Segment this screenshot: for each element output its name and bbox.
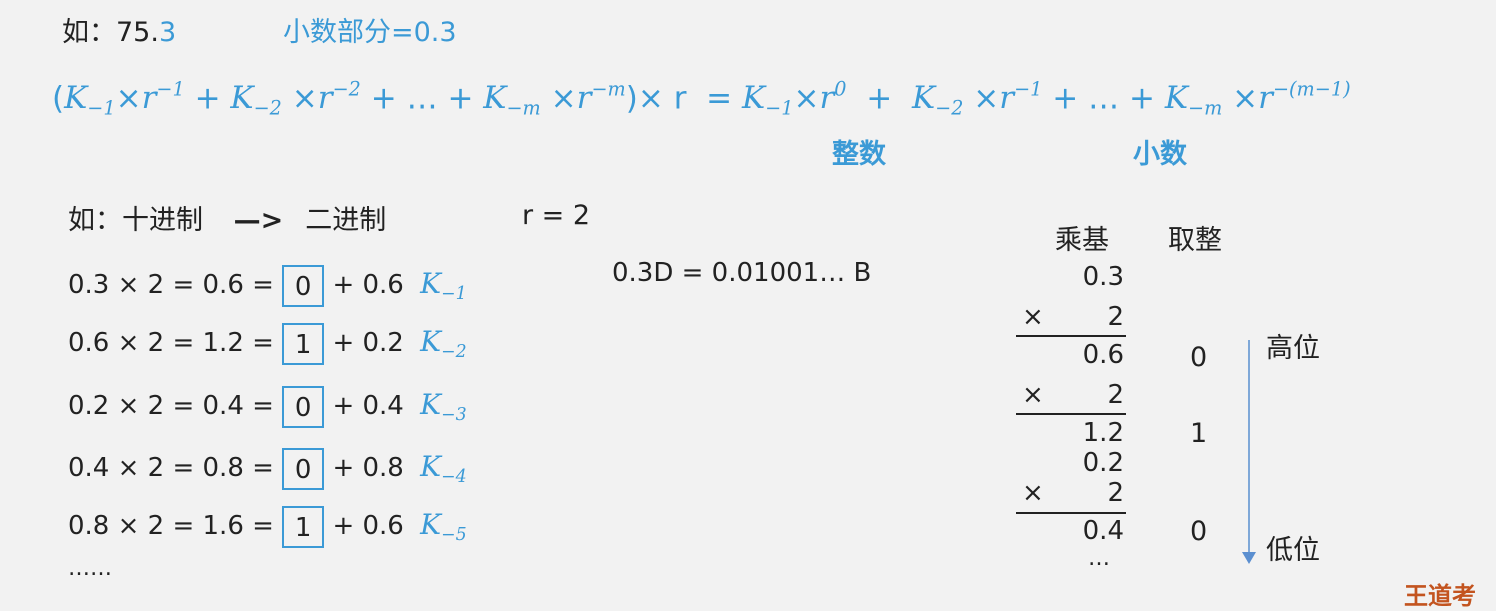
term-km-rm1: K−m xyxy=(1164,80,1223,121)
high-order-label: 高位 xyxy=(1266,333,1320,364)
paren-close-times-r: )× r xyxy=(625,80,687,117)
example-int-part: 75. xyxy=(116,17,159,48)
sum-line xyxy=(1016,335,1126,337)
conversion-header: 如：十进制 —> 二进制 xyxy=(68,205,387,236)
take-integer-header: 取整 xyxy=(1168,225,1222,256)
multiply-row: 0.8 × 2 = 1.6 = 1 + 0.6 K−5 xyxy=(68,503,467,548)
multiply-row: 0.4 × 2 = 0.8 = 0 + 0.8 K−4 xyxy=(68,445,467,490)
vertical-value: 0.3 xyxy=(1082,262,1124,292)
term-k2-rm1: K−2 xyxy=(911,80,964,121)
term-k1: K−1 xyxy=(64,80,116,121)
multiplier: 2 xyxy=(1107,380,1124,410)
paren-open: ( xyxy=(52,80,65,117)
sum-line xyxy=(1016,413,1126,415)
arrow-down-icon xyxy=(1242,552,1256,564)
multiply-row: 0.2 × 2 = 0.4 = 0 + 0.4 K−3 xyxy=(68,383,467,428)
integer-bit-box: 0 xyxy=(282,385,325,428)
vertical-dots: … xyxy=(1088,546,1110,571)
integer-digit: 0 xyxy=(1190,516,1208,547)
multiply-row: 0.3 × 2 = 0.6 = 0 + 0.6 K−1 xyxy=(68,262,467,307)
fraction-part-label: 小数部分=0.3 xyxy=(283,17,457,48)
integer-digit: 0 xyxy=(1190,342,1208,373)
vertical-product: 0.6 xyxy=(1082,340,1124,370)
conversion-result: 0.3D = 0.01001… B xyxy=(612,258,872,288)
equals-sign: = xyxy=(706,80,733,117)
integer-bit-box: 0 xyxy=(282,447,325,490)
watermark-logo: 王道考 xyxy=(1404,582,1476,610)
vertical-product: 0.4 xyxy=(1082,516,1124,546)
multiplier: 2 xyxy=(1107,302,1124,332)
example-prefix: 如： xyxy=(62,17,116,48)
multiplier: 2 xyxy=(1107,478,1124,508)
integer-label: 整数 xyxy=(832,139,886,170)
multiply-base-header: 乘基 xyxy=(1055,225,1109,256)
sum-line xyxy=(1016,512,1126,514)
integer-bit-box: 0 xyxy=(282,264,325,307)
vertical-value: 0.2 xyxy=(1082,448,1124,478)
term-k1-r0: K−1 xyxy=(742,80,794,121)
direction-arrow-line xyxy=(1248,340,1250,558)
fraction-label: 小数 xyxy=(1133,139,1187,170)
integer-digit: 1 xyxy=(1190,418,1208,449)
term-k2: K−2 xyxy=(230,80,282,121)
low-order-label: 低位 xyxy=(1266,535,1320,566)
vertical-product: 1.2 xyxy=(1082,418,1124,448)
expansion-formula: (K−1×r−1 + K−2 ×r−2 + … + K−m ×r−m)× r =… xyxy=(52,78,1351,121)
example-line: 如：75.3 xyxy=(62,10,176,49)
integer-bit-box: 1 xyxy=(282,322,325,365)
radix-label: r = 2 xyxy=(522,200,591,231)
example-frac-digit: 3 xyxy=(158,17,177,48)
continuation-dots: …… xyxy=(68,556,112,581)
term-km: K−m xyxy=(483,80,541,121)
multiply-row: 0.6 × 2 = 1.2 = 1 + 0.2 K−2 xyxy=(68,320,467,365)
integer-bit-box: 1 xyxy=(282,505,325,548)
